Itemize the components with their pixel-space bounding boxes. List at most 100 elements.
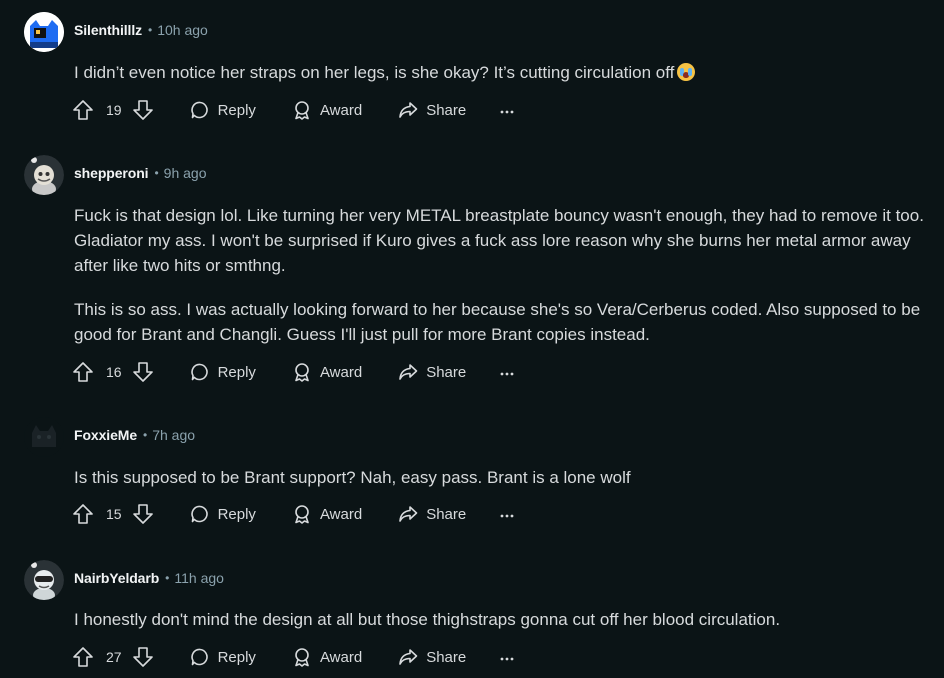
share-label: Share	[426, 363, 467, 381]
avatar[interactable]	[24, 560, 64, 600]
comment-text: Is this supposed to be Brant support? Na…	[74, 468, 631, 487]
upvote-icon[interactable]	[72, 99, 94, 121]
comment-meta: Silenthilllz • 10h ago	[74, 12, 208, 48]
award-icon	[292, 504, 320, 524]
ellipsis-icon	[500, 364, 514, 381]
reply-button[interactable]: Reply	[190, 647, 256, 667]
comment-text: I didn’t even notice her straps on her l…	[74, 60, 934, 85]
more-options-button[interactable]	[500, 506, 514, 523]
downvote-icon[interactable]	[132, 361, 154, 383]
share-label: Share	[426, 101, 467, 119]
ellipsis-icon	[500, 506, 514, 523]
avatar-image	[24, 155, 64, 195]
meta-separator: •	[165, 571, 170, 585]
downvote-icon[interactable]	[132, 99, 154, 121]
vote-group: 16	[72, 361, 154, 383]
speech-bubble-icon	[190, 504, 218, 524]
comment-body: Is this supposed to be Brant support? Na…	[74, 465, 934, 490]
more-options-button[interactable]	[500, 102, 514, 119]
timestamp[interactable]: 7h ago	[152, 427, 195, 443]
ellipsis-icon	[500, 102, 514, 119]
reply-label: Reply	[217, 101, 256, 119]
reply-button[interactable]: Reply	[190, 362, 256, 382]
award-label: Award	[319, 101, 363, 119]
speech-bubble-icon	[190, 100, 218, 120]
award-button[interactable]: Award	[292, 100, 362, 120]
speech-bubble-icon	[190, 362, 218, 382]
share-button[interactable]: Share	[398, 504, 466, 524]
comment-text: I honestly don't mind the design at all …	[74, 610, 781, 629]
share-label: Share	[426, 648, 467, 666]
share-button[interactable]: Share	[398, 647, 466, 667]
upvote-icon[interactable]	[72, 361, 94, 383]
avatar[interactable]	[24, 417, 64, 457]
meta-separator: •	[143, 428, 148, 442]
timestamp[interactable]: 9h ago	[164, 165, 207, 181]
award-icon	[292, 647, 320, 667]
reply-button[interactable]: Reply	[190, 504, 256, 524]
comment-actions: 27 Reply Award Share	[72, 641, 514, 673]
vote-group: 15	[72, 503, 154, 525]
downvote-icon[interactable]	[132, 646, 154, 668]
upvote-icon[interactable]	[72, 503, 94, 525]
loudly-crying-face-emoji-icon	[677, 63, 696, 81]
vote-score: 19	[106, 102, 122, 118]
more-options-button[interactable]	[500, 364, 514, 381]
comment-body: I didn’t even notice her straps on her l…	[74, 60, 934, 85]
award-button[interactable]: Award	[292, 504, 362, 524]
vote-score: 15	[106, 506, 122, 522]
share-label: Share	[426, 505, 467, 523]
comment-actions: 19 Reply Award Share	[72, 94, 514, 126]
speech-bubble-icon	[190, 647, 218, 667]
timestamp[interactable]: 11h ago	[174, 570, 224, 586]
upvote-icon[interactable]	[72, 646, 94, 668]
comment-text: This is so ass. I was actually looking f…	[74, 300, 921, 344]
avatar-image	[24, 560, 64, 600]
award-icon	[292, 362, 320, 382]
share-button[interactable]: Share	[398, 362, 466, 382]
vote-score: 27	[106, 649, 122, 665]
timestamp[interactable]: 10h ago	[157, 22, 208, 38]
reply-button[interactable]: Reply	[190, 100, 256, 120]
meta-separator: •	[148, 23, 153, 37]
share-icon	[398, 362, 426, 382]
comment-text: Fuck is that design lol. Like turning he…	[74, 206, 924, 275]
share-icon	[398, 100, 426, 120]
comment-actions: 16 Reply Award Share	[72, 356, 514, 388]
award-button[interactable]: Award	[292, 362, 362, 382]
comment-body: Fuck is that design lol. Like turning he…	[74, 203, 934, 347]
more-options-button[interactable]	[500, 649, 514, 666]
reply-label: Reply	[217, 648, 256, 666]
avatar[interactable]	[24, 12, 64, 52]
comment-text-content: I didn’t even notice her straps on her l…	[74, 63, 675, 82]
award-icon	[292, 100, 320, 120]
avatar-image	[24, 12, 64, 52]
comment-meta: shepperoni • 9h ago	[74, 155, 207, 191]
avatar-image	[24, 417, 64, 457]
award-label: Award	[319, 363, 363, 381]
vote-score: 16	[106, 364, 122, 380]
award-label: Award	[319, 648, 363, 666]
author-name[interactable]: FoxxieMe	[74, 427, 137, 443]
share-button[interactable]: Share	[398, 100, 466, 120]
meta-separator: •	[154, 166, 159, 180]
avatar[interactable]	[24, 155, 64, 195]
award-label: Award	[319, 505, 363, 523]
share-icon	[398, 504, 426, 524]
vote-group: 27	[72, 646, 154, 668]
downvote-icon[interactable]	[132, 503, 154, 525]
ellipsis-icon	[500, 649, 514, 666]
author-name[interactable]: shepperoni	[74, 165, 149, 181]
vote-group: 19	[72, 99, 154, 121]
comment-thread: Silenthilllz • 10h ago I didn’t even not…	[0, 0, 944, 678]
author-name[interactable]: Silenthilllz	[74, 22, 142, 38]
reply-label: Reply	[217, 363, 256, 381]
comment-meta: FoxxieMe • 7h ago	[74, 417, 195, 453]
share-icon	[398, 647, 426, 667]
comment-body: I honestly don't mind the design at all …	[74, 607, 934, 632]
reply-label: Reply	[217, 505, 256, 523]
comment-actions: 15 Reply Award Share	[72, 498, 514, 530]
comment-meta: NairbYeldarb • 11h ago	[74, 560, 224, 596]
author-name[interactable]: NairbYeldarb	[74, 570, 159, 586]
award-button[interactable]: Award	[292, 647, 362, 667]
